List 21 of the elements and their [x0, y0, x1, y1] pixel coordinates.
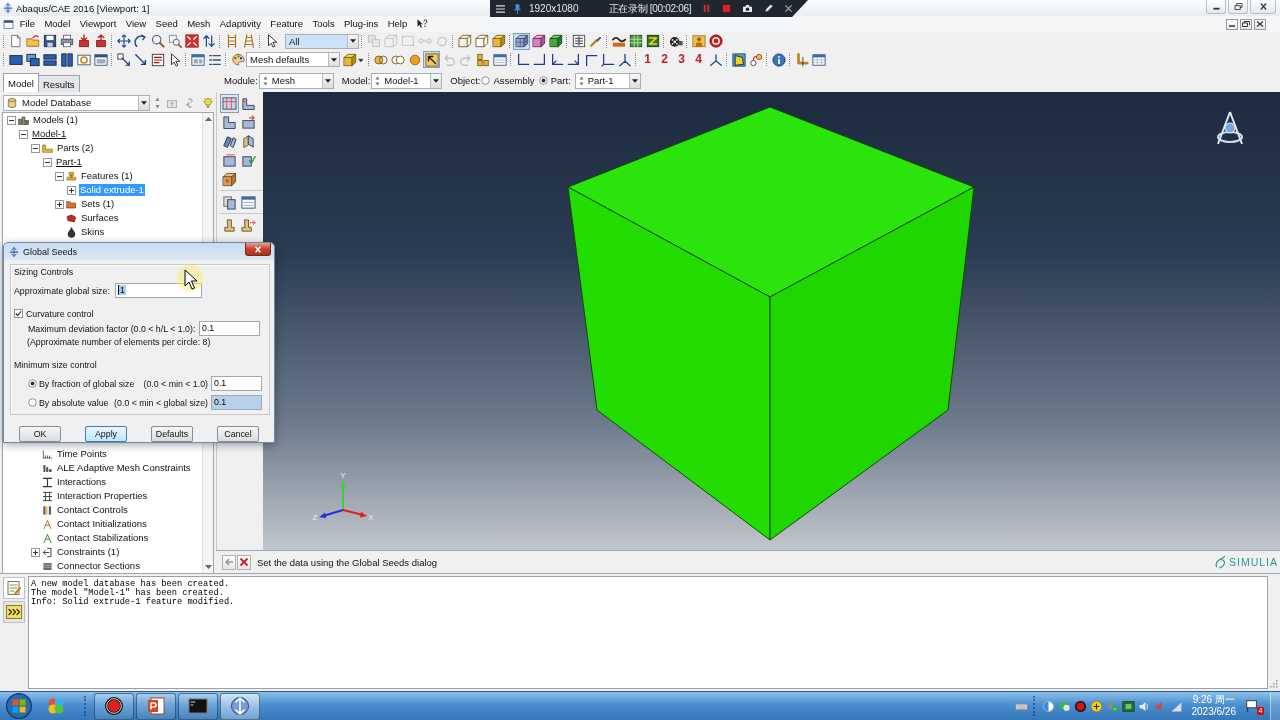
- field-label: Approximate global size:: [14, 285, 111, 296]
- axis-label: Y: [340, 471, 346, 480]
- hint-text: (Approximate number of elements per circle: 8): [27, 336, 211, 349]
- section-label: Minimum size control: [14, 359, 97, 372]
- message-line: Info: Solid extrude-1 feature modified.: [31, 598, 236, 607]
- range-label: (0.0 < min < 1.0): [143, 378, 208, 389]
- brand-name: SIMULIA: [1229, 556, 1278, 568]
- recording-resolution: 1920x1080: [529, 3, 579, 14]
- message-line: A new model database has been created.: [31, 580, 231, 589]
- group-title: Sizing Controls: [14, 267, 74, 278]
- model-label: Model:: [341, 75, 371, 86]
- field-label: Maximum deviation factor (0.0 < h/L < 1.0):: [28, 323, 197, 334]
- recording-status: 正在录制 [00:02:06]: [608, 1, 692, 16]
- dialog-title: Global Seeds: [23, 246, 78, 257]
- axis-label: Z: [312, 513, 318, 522]
- module-label: Module:: [224, 75, 258, 86]
- window-title: Abaqus/CAE 2016 [Viewport: 1]: [16, 2, 150, 14]
- prompt-text: Set the data using the Global Seeds dialog: [257, 556, 438, 568]
- range-label: (0.0 < min < global size): [114, 397, 208, 408]
- message-line: The model "Model-1" has been created.: [31, 589, 224, 598]
- object-label: Object:: [450, 75, 481, 86]
